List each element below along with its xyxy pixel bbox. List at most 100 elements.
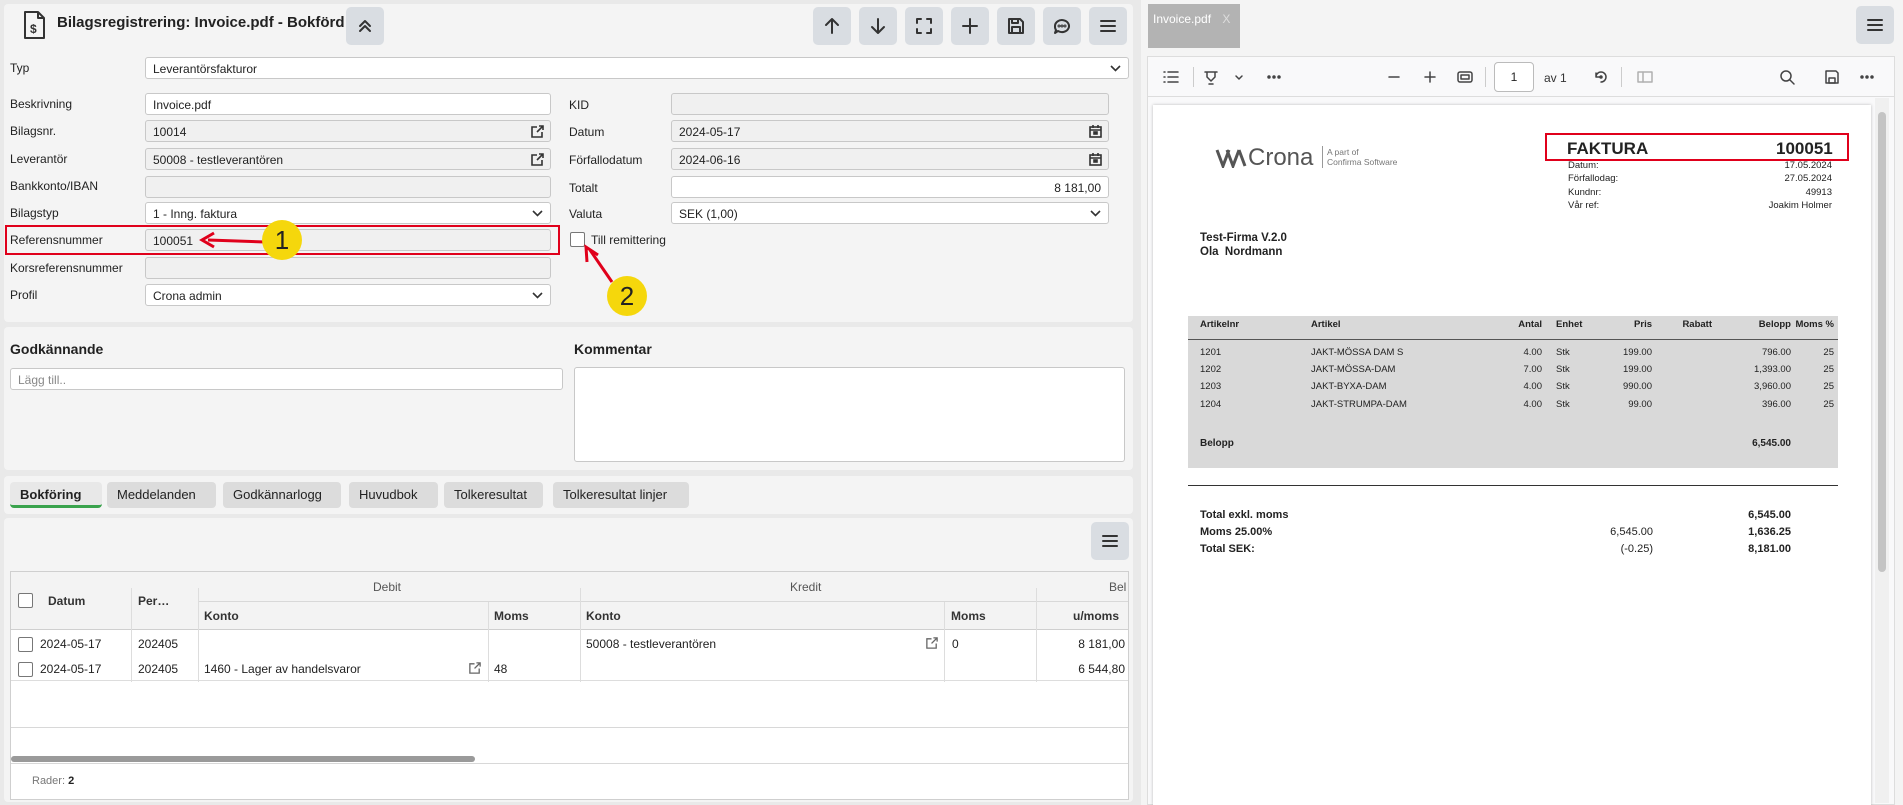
col-datum[interactable]: Datum — [48, 594, 85, 608]
invoice-number: 100051 — [1776, 139, 1833, 158]
col-debit-konto[interactable]: Konto — [204, 609, 239, 623]
bilagstyp-select[interactable]: 1 - Inng. faktura — [145, 202, 551, 224]
bankkonto-label: Bankkonto/IBAN — [10, 179, 99, 193]
meta-value: 17.05.2024 — [1784, 160, 1832, 171]
col-debit-moms[interactable]: Moms — [494, 609, 529, 623]
outline-icon[interactable] — [1162, 68, 1180, 89]
totalt-field[interactable]: 8 181,00 — [671, 176, 1109, 198]
download-icon[interactable] — [1823, 68, 1841, 89]
next-button[interactable] — [859, 7, 897, 45]
bankkonto-field[interactable] — [145, 176, 551, 198]
datum-field[interactable]: 2024-05-17 — [671, 120, 1109, 142]
table-row[interactable] — [11, 632, 1128, 656]
forfallo-value: 2024-06-16 — [679, 153, 741, 167]
annotation-marker-1: 1 — [262, 220, 302, 260]
tab-bokforing[interactable]: Bokföring — [10, 482, 102, 508]
remittering-label: Till remittering — [591, 233, 666, 247]
fit-page-icon[interactable] — [1456, 68, 1474, 89]
leverantor-label: Leverantör — [10, 152, 68, 166]
save-icon — [1008, 18, 1024, 34]
page-count: av 1 — [1544, 71, 1567, 85]
row-checkbox[interactable] — [18, 662, 33, 677]
logo-sub-2: Confirma Software — [1327, 157, 1398, 167]
group-belopp: Bel — [1109, 580, 1127, 594]
select-all-checkbox[interactable] — [18, 593, 33, 608]
inv-line-artikel: JAKT-MÖSSA DAM S — [1311, 347, 1404, 358]
meta-value: Joakim Holmer — [1768, 200, 1832, 211]
korsref-field[interactable] — [145, 257, 551, 279]
zoom-out-icon[interactable] — [1385, 68, 1403, 89]
rotate-icon[interactable] — [1592, 68, 1610, 89]
row-datum: 2024-05-17 — [40, 662, 102, 676]
page-number-input[interactable]: 1 — [1494, 62, 1534, 92]
typ-select[interactable]: Leverantörsfakturor — [145, 57, 1129, 79]
more-icon[interactable] — [1858, 68, 1876, 89]
zoom-in-icon[interactable] — [1421, 68, 1439, 89]
fullscreen-button[interactable] — [905, 7, 943, 45]
leverantor-field[interactable]: 50008 - testleverantören — [145, 148, 551, 170]
highlight-icon[interactable] — [1202, 68, 1220, 89]
previous-button[interactable] — [813, 7, 851, 45]
customer-contact: Ola Nordmann — [1200, 246, 1283, 258]
external-link-icon[interactable] — [530, 152, 545, 167]
col-umoms[interactable]: u/moms — [1073, 609, 1119, 623]
godkannande-add-input[interactable]: Lägg till.. — [10, 368, 563, 390]
inv-line-belopp: 3,960.00 — [1754, 381, 1791, 392]
chevron-down-icon[interactable] — [1234, 72, 1244, 86]
remittering-checkbox[interactable] — [570, 232, 585, 247]
inv-line-pris: 199.00 — [1622, 347, 1652, 358]
inv-line-belopp: 796.00 — [1761, 347, 1791, 358]
inv-col-antal: Antal — [1518, 319, 1542, 330]
plus-icon — [962, 18, 978, 34]
table-row[interactable] — [11, 657, 1128, 681]
tab-tolkeresultat[interactable]: Tolkeresultat — [444, 482, 543, 508]
horizontal-scrollbar[interactable] — [11, 756, 475, 762]
viewer-menu-button[interactable] — [1856, 6, 1894, 44]
tab-godkannarlogg[interactable]: Godkännarlogg — [223, 482, 341, 508]
profil-select[interactable]: Crona admin — [145, 284, 551, 306]
col-kredit-konto[interactable]: Konto — [586, 609, 621, 623]
tab-tolkeresultat-linjer[interactable]: Tolkeresultat linjer — [553, 482, 689, 508]
document-icon: $ — [20, 10, 48, 40]
col-kredit-moms[interactable]: Moms — [951, 609, 986, 623]
external-link-icon[interactable] — [468, 661, 482, 675]
forfallo-field[interactable]: 2024-06-16 — [671, 148, 1109, 170]
col-per[interactable]: Per… — [138, 594, 169, 608]
expand-icon — [916, 18, 932, 34]
inv-col-belopp: Belopp — [1758, 319, 1791, 330]
grid-menu-button[interactable] — [1091, 522, 1129, 560]
arrow-up-icon — [825, 18, 839, 34]
collapse-button[interactable] — [346, 7, 384, 45]
kommentar-textarea[interactable] — [574, 367, 1125, 462]
moms-label: Moms 25.00% — [1200, 526, 1273, 538]
external-link-icon[interactable] — [925, 636, 939, 650]
valuta-select[interactable]: SEK (1,00) — [671, 202, 1109, 224]
inv-line-enhet: Stk — [1556, 364, 1570, 375]
kid-field[interactable] — [671, 93, 1109, 115]
typ-value: Leverantörsfakturor — [153, 62, 258, 76]
more-icon[interactable] — [1265, 68, 1283, 89]
comment-button[interactable] — [1043, 7, 1081, 45]
viewer-tab-close[interactable]: X — [1222, 12, 1230, 26]
bilagsnr-field[interactable]: 10014 — [145, 120, 551, 142]
search-icon[interactable] — [1778, 68, 1796, 89]
menu-button[interactable] — [1089, 7, 1127, 45]
beskrivning-field[interactable]: Invoice.pdf — [145, 93, 551, 115]
inv-line-antal: 4.00 — [1523, 347, 1543, 358]
external-link-icon[interactable] — [530, 124, 545, 139]
valuta-label: Valuta — [569, 207, 603, 221]
tab-huvudbok[interactable]: Huvudbok — [349, 482, 438, 508]
invoice-title: FAKTURA — [1567, 139, 1649, 158]
inv-col-enhet: Enhet — [1556, 319, 1583, 330]
row-checkbox[interactable] — [18, 637, 33, 652]
add-button[interactable] — [951, 7, 989, 45]
total-sek-value: 8,181.00 — [1748, 543, 1791, 555]
calendar-icon[interactable] — [1088, 152, 1103, 167]
pdf-scrollbar[interactable] — [1878, 112, 1886, 572]
meta-label: Kundnr: — [1568, 187, 1602, 198]
tab-meddelanden[interactable]: Meddelanden — [107, 482, 216, 508]
calendar-icon[interactable] — [1088, 124, 1103, 139]
viewer-tab[interactable]: Invoice.pdf X — [1148, 4, 1240, 48]
save-button[interactable] — [997, 7, 1035, 45]
sidebar-toggle-icon[interactable] — [1636, 68, 1654, 89]
